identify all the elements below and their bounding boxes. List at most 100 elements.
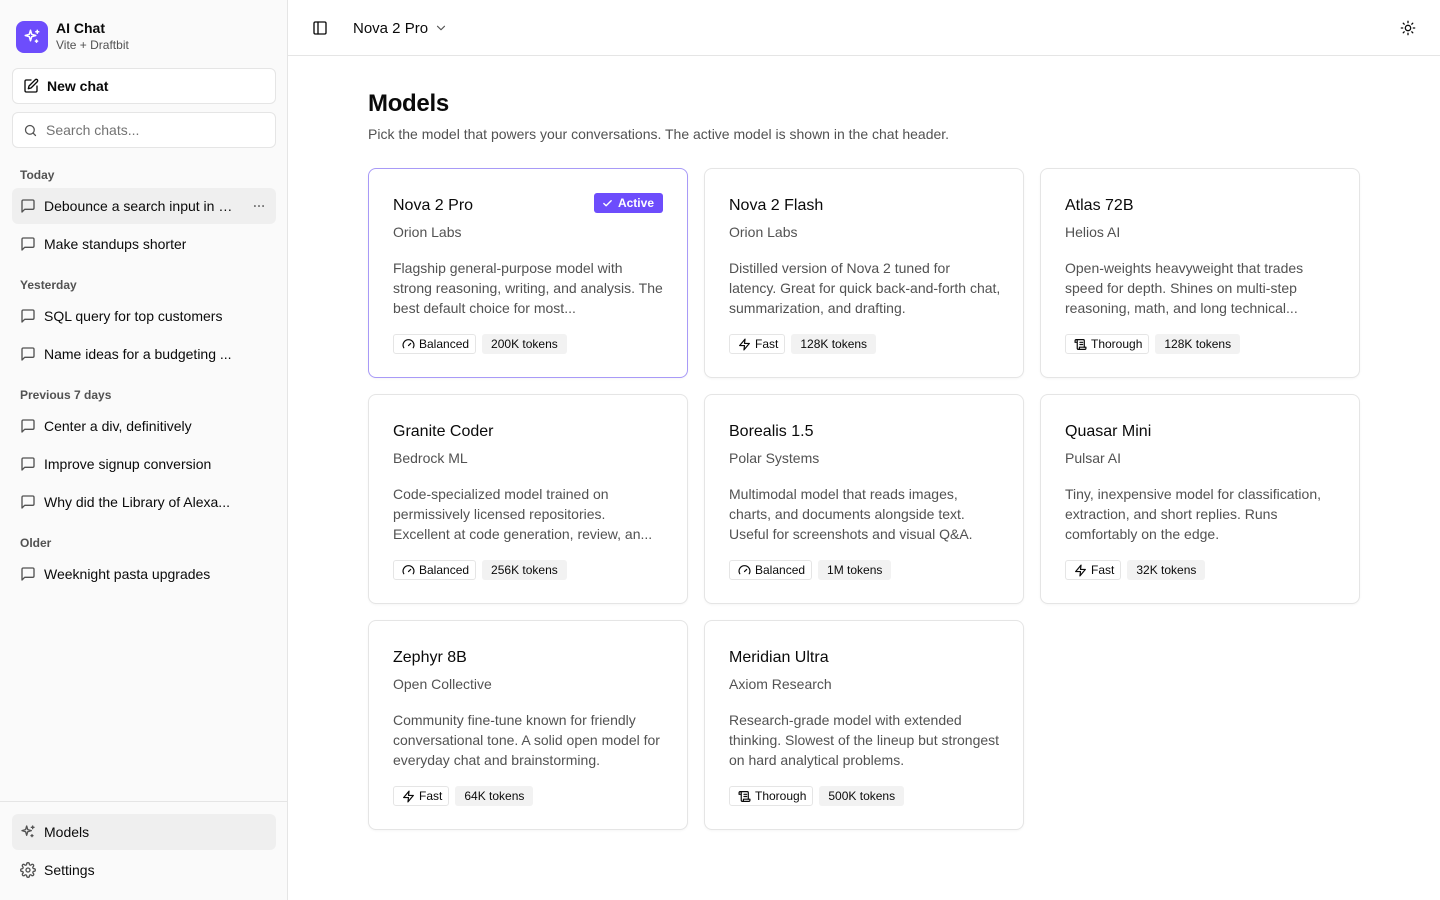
sidebar-item-label: Settings (44, 862, 95, 878)
context-tag: 128K tokens (791, 334, 877, 354)
page-description: Pick the model that powers your conversa… (368, 126, 950, 142)
model-vendor: Bedrock ML (393, 450, 468, 466)
model-description: Flagship general-purpose model with stro… (393, 260, 663, 316)
model-tags: Fast 64K tokens (393, 786, 534, 806)
brand[interactable]: AI Chat Vite + Draftbit (16, 20, 129, 53)
chat-title: Weeknight pasta upgrades (44, 566, 211, 582)
model-tags: Balanced 200K tokens (393, 334, 567, 354)
brand-subtitle: Vite + Draftbit (56, 38, 129, 52)
message-icon (20, 346, 36, 362)
sidebar-item-models[interactable]: Models (12, 814, 276, 850)
message-icon (20, 198, 36, 214)
speed-label: Fast (419, 789, 443, 803)
model-name: Granite Coder (393, 423, 494, 440)
model-card[interactable]: Nova 2 Flash Orion Labs Distilled version … (704, 168, 1024, 378)
model-vendor: Orion Labs (393, 224, 462, 240)
model-tags: Fast 128K tokens (729, 334, 877, 354)
sidebar-toggle-button[interactable] (310, 18, 330, 38)
chat-group-label: Yesterday (20, 278, 77, 292)
speed-tag: Balanced (393, 334, 477, 354)
model-card[interactable]: Nova 2 Pro Orion Labs Flagship general-pur… (368, 168, 688, 378)
model-tags: Thorough 128K tokens (1065, 334, 1241, 354)
context-tag: 500K tokens (819, 786, 905, 806)
active-badge: Active (593, 193, 663, 213)
sidebar-footer: Models Settings (0, 801, 287, 900)
main-content: Models Pick the model that powers your c… (288, 56, 1440, 900)
speed-tag: Fast (393, 786, 450, 806)
speed-tag: Balanced (393, 560, 477, 580)
chat-title: Make standups shorter (44, 236, 187, 252)
speed-label: Fast (1091, 563, 1115, 577)
speed-label: Balanced (419, 337, 470, 351)
chat-group-label: Older (20, 536, 52, 550)
search-box[interactable] (12, 112, 276, 148)
chat-group-label: Today (20, 168, 55, 182)
panel-left-icon (313, 21, 327, 35)
model-description: Code-specialized model trained on permis… (393, 486, 653, 542)
chevron-down-icon (436, 25, 446, 31)
chat-title: Debounce a search input in R... (44, 198, 240, 214)
zap-icon (402, 789, 419, 803)
chat-history-item[interactable]: Why did the Library of Alexa... (12, 484, 276, 520)
model-description: Tiny, inexpensive model for classificati… (1065, 486, 1321, 542)
speed-label: Thorough (755, 789, 807, 803)
model-card[interactable]: Atlas 72B Helios AI Open-weights heavyweig… (1040, 168, 1360, 378)
more-options-icon[interactable] (250, 197, 268, 215)
active-badge-label: Active (617, 196, 654, 210)
context-tag: 128K tokens (1155, 334, 1241, 354)
model-description: Research-grade model with extended think… (729, 712, 1000, 768)
chat-history-item[interactable]: Center a div, definitively (12, 408, 276, 444)
model-description: Distilled version of Nova 2 tuned for la… (729, 260, 1001, 316)
model-grid: Nova 2 Pro Orion Labs Flagship general-pur… (368, 168, 1360, 830)
edit-icon (24, 78, 39, 93)
model-tags: Balanced 1M tokens (729, 560, 892, 580)
gauge-icon (738, 564, 755, 577)
zap-icon (738, 337, 755, 351)
chat-history-item[interactable]: Weeknight pasta upgrades (12, 556, 276, 592)
chat-title: Improve signup conversion (44, 456, 212, 472)
message-icon (20, 236, 36, 252)
search-input[interactable] (46, 122, 256, 138)
chat-history-item[interactable]: Name ideas for a budgeting ... (12, 336, 276, 372)
new-chat-button[interactable]: New chat (12, 68, 276, 104)
chat-history-item[interactable]: Improve signup conversion (12, 446, 276, 482)
model-name: Atlas 72B (1065, 197, 1134, 214)
message-icon (20, 566, 36, 582)
theme-toggle-button[interactable] (1398, 18, 1418, 38)
context-tag: 32K tokens (1127, 560, 1206, 580)
top-bar: Nova 2 Pro (288, 0, 1440, 56)
scroll-icon (1074, 338, 1091, 351)
model-name: Meridian Ultra (729, 649, 829, 666)
model-card[interactable]: Granite Coder Bedrock ML Code-specialized … (368, 394, 688, 604)
message-icon (20, 494, 36, 510)
model-vendor: Polar Systems (729, 450, 820, 466)
speed-tag: Balanced (729, 560, 813, 580)
context-tag: 64K tokens (455, 786, 534, 806)
model-card[interactable]: Zephyr 8B Open Collective Community fine-t… (368, 620, 688, 830)
model-card[interactable]: Borealis 1.5 Polar Systems Multimodal mode… (704, 394, 1024, 604)
chat-group-label: Previous 7 days (20, 388, 112, 402)
context-tag: 256K tokens (482, 560, 567, 580)
sparkles-icon (21, 825, 35, 838)
brand-title: AI Chat (56, 20, 105, 36)
sidebar-item-settings[interactable]: Settings (12, 852, 276, 888)
chat-history-item[interactable]: SQL query for top customers (12, 298, 276, 334)
model-description: Multimodal model that reads images, char… (729, 486, 973, 542)
speed-tag: Thorough (1065, 334, 1150, 354)
model-selector[interactable]: Nova 2 Pro (353, 18, 448, 38)
model-card[interactable]: Meridian Ultra Axiom Research Research-gra… (704, 620, 1024, 830)
chat-history-item[interactable]: Make standups shorter (12, 226, 276, 262)
model-name: Borealis 1.5 (729, 423, 814, 440)
model-name: Nova 2 Flash (729, 197, 824, 214)
model-tags: Thorough 500K tokens (729, 786, 905, 806)
model-card[interactable]: Quasar Mini Pulsar AI Tiny, inexpensive mo… (1040, 394, 1360, 604)
speed-label: Fast (755, 337, 779, 351)
chat-title: Center a div, definitively (44, 418, 192, 434)
chat-history-item[interactable]: Debounce a search input in R... (12, 188, 276, 224)
model-tags: Fast 32K tokens (1065, 560, 1206, 580)
model-vendor: Axiom Research (729, 676, 832, 692)
speed-label: Balanced (755, 563, 806, 577)
sun-icon (1400, 20, 1416, 36)
scroll-icon (738, 790, 755, 803)
model-description: Community fine-tune known for friendly c… (393, 712, 660, 768)
